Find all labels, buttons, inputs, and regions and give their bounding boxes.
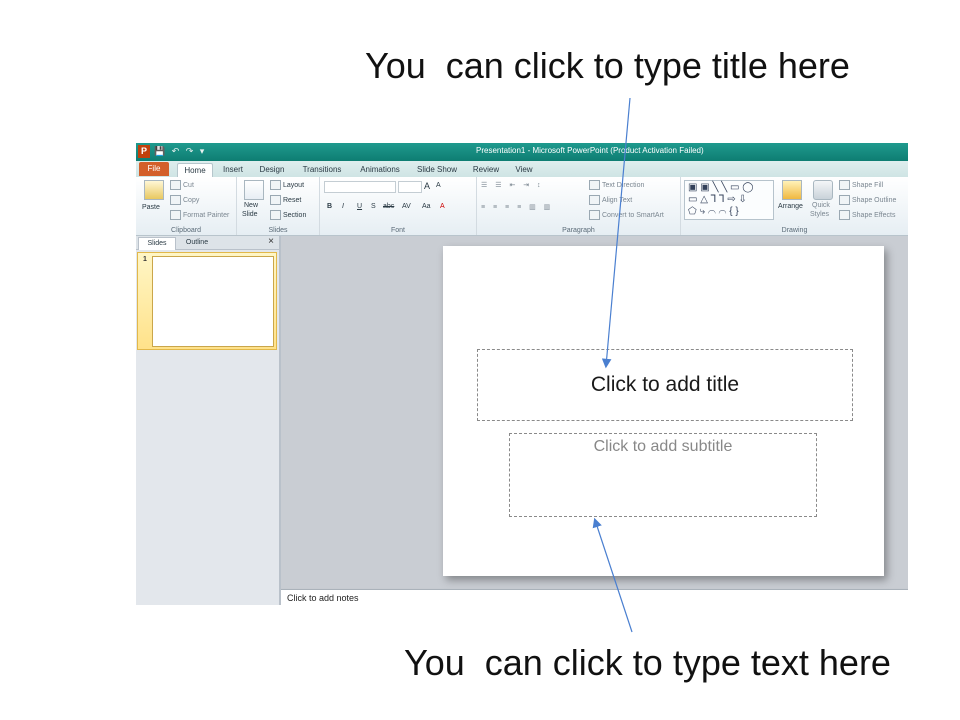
annotation-arrows	[592, 97, 633, 633]
arrow-to-subtitle	[592, 517, 633, 633]
callout-text-hint: You can click to type text here	[404, 642, 891, 683]
arrow-to-title	[601, 97, 631, 369]
